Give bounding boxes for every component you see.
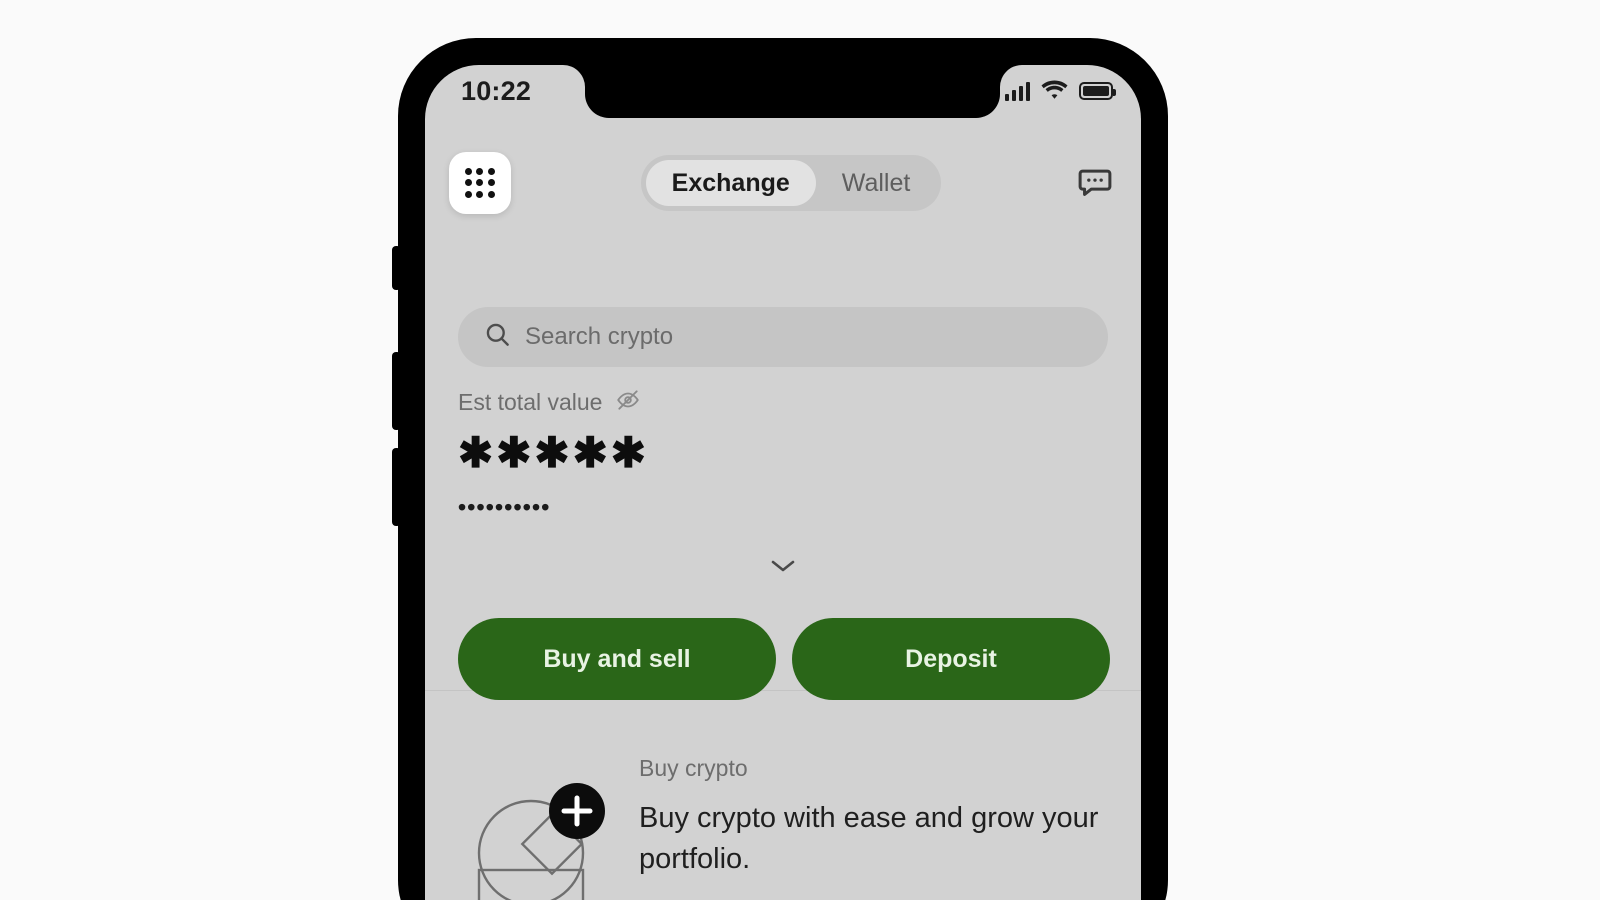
app-header: Exchange Wallet [425,143,1141,223]
tab-pill-track: Exchange Wallet [640,155,942,211]
chat-bubble-icon[interactable] [1071,159,1119,207]
status-bar-icons [1004,79,1116,104]
battery-icon [1079,82,1116,100]
promo-headline: Buy crypto with ease and grow your portf… [639,802,1099,876]
primary-actions: Buy and sell Deposit [458,618,1110,700]
buy-crypto-promo-card[interactable]: Buy crypto Buy crypto with ease and grow… [425,691,1141,900]
search-input[interactable]: Search crypto [458,307,1108,367]
eye-off-icon[interactable] [615,387,641,418]
screenshot-canvas: 10:22 Exchange Wallet Search crypto Est … [0,0,1600,900]
search-placeholder: Search crypto [525,323,674,350]
promo-text: Buy crypto Buy crypto with ease and grow… [639,751,1111,880]
balance-label-row: Est total value [458,387,1108,418]
plus-badge-icon [549,783,605,839]
expand-balance-toggle[interactable] [425,557,1141,580]
balance-section: Est total value ✱✱✱✱✱ •••••••••• [458,387,1108,519]
search-icon [484,321,511,353]
phone-screen: 10:22 Exchange Wallet Search crypto Est … [425,65,1141,900]
status-bar: 10:22 [425,65,1141,121]
status-bar-time: 10:22 [461,75,532,106]
apps-grid-icon[interactable] [449,152,511,214]
wifi-icon [1041,79,1068,104]
balance-masked-amount: ✱✱✱✱✱ [458,429,649,476]
buy-and-sell-button[interactable]: Buy and sell [458,618,776,700]
cellular-signal-icon [1004,81,1030,101]
deposit-button[interactable]: Deposit [792,618,1110,700]
balance-label: Est total value [458,389,603,415]
buy-crypto-illustration [463,765,613,900]
tab-switcher: Exchange Wallet [511,155,1071,211]
chevron-down-icon [768,557,798,580]
tab-wallet[interactable]: Wallet [816,160,937,206]
promo-eyebrow: Buy crypto [639,755,748,781]
tab-exchange[interactable]: Exchange [645,160,816,206]
balance-masked-secondary: •••••••••• [458,494,551,520]
